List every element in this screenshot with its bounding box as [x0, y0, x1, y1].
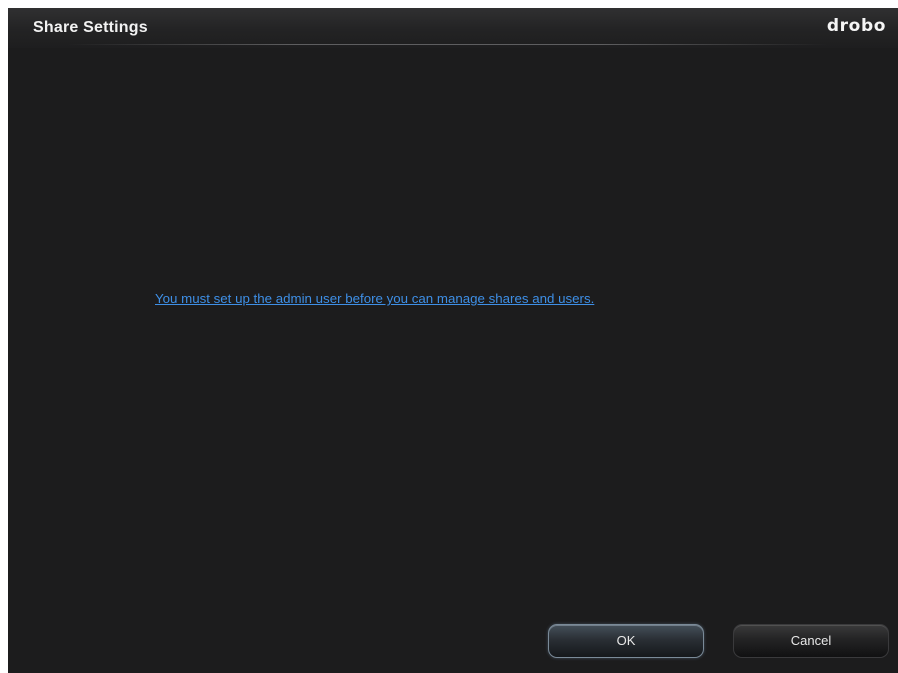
ok-button[interactable]: OK: [548, 624, 704, 658]
setup-admin-link[interactable]: You must set up the admin user before yo…: [155, 291, 594, 306]
drobo-logo: drobo: [826, 16, 886, 36]
title-bar: Share Settings drobo: [8, 8, 898, 48]
dialog-title: Share Settings: [33, 19, 148, 36]
cancel-button[interactable]: Cancel: [733, 624, 889, 658]
title-divider: [68, 44, 828, 45]
share-settings-dialog: Share Settings drobo You must set up the…: [8, 8, 898, 673]
